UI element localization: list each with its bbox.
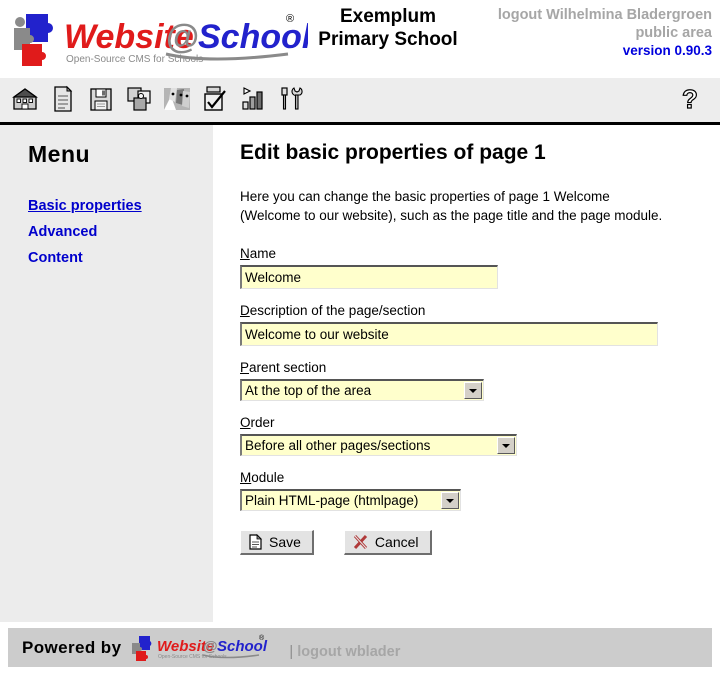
intro-text: Here you can change the basic properties… <box>240 189 663 223</box>
website-at-school-logo-graphic: Website @ School ® Open-Source CMS for S… <box>14 13 308 66</box>
main-toolbar: ? <box>0 78 720 125</box>
school-name-line2: Primary School <box>318 29 458 50</box>
label-module: Module <box>240 469 700 487</box>
site-logo[interactable]: Website @ School ® Open-Source CMS for S… <box>8 4 308 70</box>
footer-logout-label: logout wblader <box>297 643 401 660</box>
save-page-icon <box>249 534 262 550</box>
help-question-icon[interactable]: ? <box>674 82 708 118</box>
statistics-chart-icon-graphic <box>242 87 263 110</box>
label-parent-section-rest: arent section <box>249 360 327 375</box>
label-parent-section-accesskey: P <box>240 360 250 375</box>
areas-people-icon[interactable] <box>160 80 194 118</box>
tools-icon[interactable] <box>274 80 308 118</box>
statistics-chart-icon[interactable] <box>236 80 270 118</box>
label-description-accesskey: D <box>240 303 250 318</box>
sidebar-item-content[interactable]: Content <box>28 245 83 271</box>
tools-icon-graphic <box>281 87 303 110</box>
page-title: Edit basic properties of page 1 <box>240 141 546 164</box>
save-button[interactable]: Save <box>240 530 314 555</box>
help-question-icon-graphic: ? <box>681 84 698 115</box>
label-order-rest: rder <box>250 415 275 430</box>
page-icon-graphic <box>54 85 73 112</box>
label-module-accesskey: M <box>240 470 252 485</box>
svg-text:Open-Source CMS for Schools: Open-Source CMS for Schools <box>66 54 203 65</box>
cancel-cross-icon <box>353 534 368 550</box>
label-order-accesskey: O <box>240 415 251 430</box>
pagemanager-checklist-icon-graphic <box>204 86 226 111</box>
parent-section-value: At the top of the area <box>245 383 372 398</box>
field-parent-section: Parent section At the top of the area <box>240 359 700 401</box>
app-page: Website @ School ® Open-Source CMS for S… <box>0 0 720 678</box>
sidebar: Menu Basic properties Advanced Content <box>0 125 213 622</box>
page-footer: Powered by Website @ School ® Open-Sourc… <box>0 622 720 678</box>
save-disk-icon-graphic <box>90 87 112 111</box>
school-icon-graphic <box>12 88 38 110</box>
area-label: public area <box>635 25 712 41</box>
cancel-button-label: Cancel <box>374 534 419 550</box>
sidebar-item-advanced[interactable]: Advanced <box>28 219 97 245</box>
body-area: Menu Basic properties Advanced Content E… <box>0 125 720 622</box>
page-header: Website @ School ® Open-Source CMS for S… <box>0 0 720 78</box>
module-value: Plain HTML-page (htmlpage) <box>245 493 419 508</box>
label-description: Description of the page/section <box>240 302 700 320</box>
modules-puzzle-icon[interactable] <box>122 80 156 118</box>
label-module-rest: odule <box>251 470 285 485</box>
svg-text:?: ? <box>682 84 698 114</box>
powered-by-label: Powered by <box>22 637 122 657</box>
module-select[interactable]: Plain HTML-page (htmlpage) <box>240 489 461 511</box>
version-label: version 0.90.3 <box>622 43 712 58</box>
field-description: Description of the page/section <box>240 302 700 346</box>
svg-text:®: ® <box>259 634 265 642</box>
chevron-down-icon[interactable] <box>441 492 459 509</box>
footer-bar: Powered by Website @ School ® Open-Sourc… <box>8 628 712 667</box>
areas-people-icon-graphic <box>164 88 190 110</box>
footer-logo-graphic: Website @ School ® Open-Source CMS for S… <box>132 634 268 661</box>
modules-puzzle-icon-graphic <box>127 87 151 111</box>
footer-logo[interactable]: Website @ School ® Open-Source CMS for S… <box>129 632 279 665</box>
label-name: Name <box>240 245 700 263</box>
sidebar-title: Menu <box>28 141 91 167</box>
chevron-down-icon[interactable] <box>464 382 482 399</box>
page-icon[interactable] <box>46 80 80 118</box>
footer-logout-link[interactable]: | logout wblader <box>289 644 400 660</box>
pagemanager-checklist-icon[interactable] <box>198 80 232 118</box>
footer-separator: | <box>289 643 294 660</box>
label-parent-section: Parent section <box>240 359 700 377</box>
field-module: Module Plain HTML-page (htmlpage) <box>240 469 700 511</box>
header-status-block: logout Wilhelmina Bladergroen public are… <box>498 6 712 60</box>
parent-section-select[interactable]: At the top of the area <box>240 379 484 401</box>
sidebar-menu: Basic properties Advanced Content <box>28 193 208 271</box>
svg-text:@: @ <box>203 638 218 655</box>
field-order: Order Before all other pages/sections <box>240 414 700 456</box>
save-disk-icon[interactable] <box>84 80 118 118</box>
sidebar-item-basic-properties[interactable]: Basic properties <box>28 193 142 219</box>
svg-text:®: ® <box>286 13 294 25</box>
label-name-rest: ame <box>249 246 277 261</box>
name-input[interactable] <box>240 265 498 289</box>
label-description-rest: escription of the page/section <box>249 303 426 318</box>
school-name-line1: Exemplum <box>339 6 437 27</box>
main-content: Edit basic properties of page 1 Here you… <box>213 125 720 622</box>
toolbar-icon-group <box>8 80 308 118</box>
school-name: Exemplum Primary School <box>318 5 458 51</box>
svg-text:Open-Source CMS for Schools: Open-Source CMS for Schools <box>158 654 227 660</box>
label-order: Order <box>240 414 700 432</box>
save-button-label: Save <box>269 534 301 550</box>
school-icon[interactable] <box>8 80 42 118</box>
form-actions: Save Cancel <box>240 530 700 555</box>
cancel-button[interactable]: Cancel <box>343 530 432 555</box>
logout-user-link[interactable]: logout Wilhelmina Bladergroen <box>498 6 712 24</box>
chevron-down-icon[interactable] <box>497 437 515 454</box>
description-input[interactable] <box>240 322 658 346</box>
order-select[interactable]: Before all other pages/sections <box>240 434 517 456</box>
field-name: Name <box>240 245 700 289</box>
order-value: Before all other pages/sections <box>245 438 431 453</box>
svg-text:@: @ <box>166 18 199 56</box>
label-name-accesskey: N <box>240 246 250 261</box>
